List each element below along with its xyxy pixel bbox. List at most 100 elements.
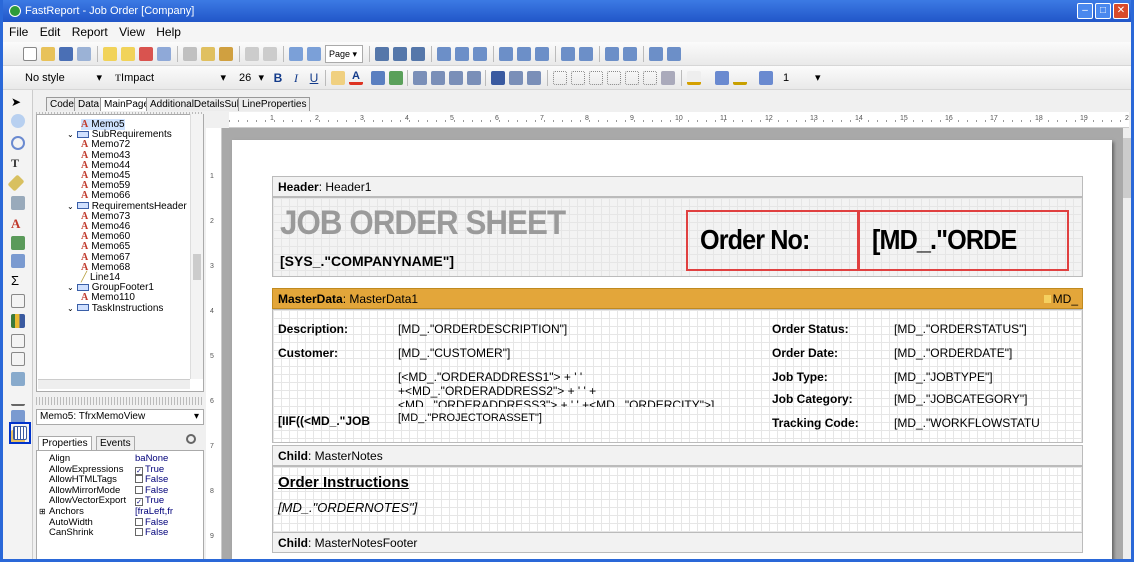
expand-icon[interactable]: ⌄: [67, 130, 74, 139]
property-value[interactable]: False: [135, 527, 168, 538]
property-value[interactable]: False: [135, 485, 168, 496]
property-row[interactable]: CanShrink False: [37, 527, 187, 538]
order-instructions-title[interactable]: Order Instructions: [278, 474, 409, 491]
menu-report[interactable]: Report: [72, 25, 108, 39]
menu-help[interactable]: Help: [156, 25, 181, 39]
property-value[interactable]: ✓ True: [135, 464, 164, 475]
delete-page-icon[interactable]: [139, 47, 153, 61]
child-masternotesfooter-band-title[interactable]: Child: MasterNotesFooter: [272, 532, 1083, 553]
ruler-icon[interactable]: [13, 426, 27, 440]
align-middle-icon[interactable]: [517, 47, 531, 61]
same-width-icon[interactable]: [649, 47, 663, 61]
frame-shadow-icon[interactable]: [661, 71, 675, 85]
property-row[interactable]: AllowVectorExport ✓ True: [37, 495, 187, 507]
checkbox-icon[interactable]: [135, 528, 143, 537]
order-date-label[interactable]: Order Date:: [772, 346, 838, 360]
open-icon[interactable]: [41, 47, 55, 61]
font-color-icon[interactable]: A: [349, 71, 363, 85]
frame-style-icon[interactable]: [733, 71, 747, 85]
group-icon[interactable]: [289, 47, 303, 61]
job-type-field[interactable]: [MD_."JOBTYPE"]: [894, 370, 993, 384]
text-align-justify-icon[interactable]: [467, 71, 481, 85]
preview-icon[interactable]: [77, 47, 91, 61]
frame-left-icon[interactable]: [589, 71, 603, 85]
description-field[interactable]: [MD_."ORDERDESCRIPTION"]: [398, 322, 567, 336]
tab-events[interactable]: Events: [96, 436, 135, 450]
frame-color-icon[interactable]: [715, 71, 729, 85]
frame-width-icon[interactable]: [759, 71, 773, 85]
fit-to-grid-icon[interactable]: [411, 47, 425, 61]
masterdata-band-title[interactable]: MasterData: MasterData1 MD_: [272, 288, 1083, 309]
line-width-arrow[interactable]: ▾: [811, 69, 825, 87]
property-row[interactable]: ⊞ Anchors [fraLeft,fr: [37, 506, 187, 517]
property-row[interactable]: AutoWidth False: [37, 517, 187, 528]
expand-icon[interactable]: ⊞: [39, 506, 46, 517]
property-value[interactable]: [fraLeft,fr: [135, 506, 173, 517]
new-page-icon[interactable]: [103, 47, 117, 61]
align-right-icon[interactable]: [473, 47, 487, 61]
valign-bottom-icon[interactable]: [527, 71, 541, 85]
underline-icon[interactable]: U: [307, 71, 321, 85]
company-name-field[interactable]: [SYS_."COMPANYNAME"]: [280, 253, 454, 269]
description-label[interactable]: Description:: [278, 322, 348, 336]
job-category-field[interactable]: [MD_."JOBCATEGORY"]: [894, 392, 1027, 406]
copy-icon[interactable]: [201, 47, 215, 61]
hand-tool-icon[interactable]: [11, 114, 25, 128]
tree-hscroll[interactable]: [38, 379, 190, 389]
rich-text-icon[interactable]: [11, 352, 25, 366]
object-selector[interactable]: Memo5: TfrxMemoView ▾: [36, 409, 204, 425]
canvas-vscroll[interactable]: [1123, 128, 1131, 559]
menu-edit[interactable]: Edit: [40, 25, 61, 39]
tree-vscroll[interactable]: [190, 114, 203, 379]
tab-data[interactable]: Data: [74, 97, 104, 111]
order-notes-field[interactable]: [MD_."ORDERNOTES"]: [278, 500, 417, 515]
tab-properties[interactable]: Properties: [38, 436, 92, 450]
redo-icon[interactable]: [263, 47, 277, 61]
same-height-icon[interactable]: [667, 47, 681, 61]
picture-object-icon[interactable]: [11, 236, 25, 250]
font-settings-icon[interactable]: [331, 71, 345, 85]
menu-file[interactable]: File: [9, 25, 28, 39]
frame-right-icon[interactable]: [607, 71, 621, 85]
property-value[interactable]: ✓ True: [135, 495, 164, 507]
tree-item[interactable]: ⌄ TaskInstructions: [67, 303, 163, 314]
job-type-label[interactable]: Job Type:: [772, 370, 828, 384]
bold-icon[interactable]: B: [271, 71, 285, 85]
menu-view[interactable]: View: [119, 25, 145, 39]
address-line-2[interactable]: +<MD_."ORDERADDRESS2"> + ' ' +: [398, 384, 596, 398]
select-tool-icon[interactable]: ➤: [11, 96, 25, 110]
subreport-icon[interactable]: [11, 254, 25, 268]
valign-center-icon[interactable]: [509, 71, 523, 85]
property-value[interactable]: baNone: [135, 453, 168, 464]
property-row[interactable]: AllowMirrorMode False: [37, 485, 187, 496]
line-object-icon[interactable]: [11, 392, 25, 406]
tab-additionaldetailssub[interactable]: AdditionalDetailsSub: [146, 97, 247, 111]
zoom-tool-icon[interactable]: [11, 136, 25, 150]
address-line-3[interactable]: <MD_."ORDERADDRESS3"> + ' ' +<MD_."ORDER…: [398, 398, 714, 407]
property-row[interactable]: Align baNone: [37, 453, 187, 464]
canvas-scroll-thumb[interactable]: [1123, 138, 1131, 198]
page-settings-icon[interactable]: [157, 47, 171, 61]
font-dropdown[interactable]: TImpact ▾: [111, 69, 231, 87]
child-masternotes-band-title[interactable]: Child: MasterNotes: [272, 445, 1083, 466]
expand-icon[interactable]: ⌄: [67, 283, 74, 292]
fill-color-icon[interactable]: [687, 71, 701, 85]
valign-top-icon[interactable]: [491, 71, 505, 85]
paste-icon[interactable]: [219, 47, 233, 61]
ungroup-icon[interactable]: [307, 47, 321, 61]
style-dropdown[interactable]: No style ▾: [21, 69, 107, 87]
checkbox-object-icon[interactable]: [11, 294, 25, 308]
job-iif-field[interactable]: [IIF((<MD_."JOB: [278, 414, 370, 428]
font-size-dropdown[interactable]: 26 ▾: [235, 69, 267, 87]
customer-field[interactable]: [MD_."CUSTOMER"]: [398, 346, 510, 360]
order-status-label[interactable]: Order Status:: [772, 322, 849, 336]
line-width-dropdown[interactable]: 1: [779, 69, 809, 87]
page-dropdown[interactable]: Page ▾: [325, 45, 363, 63]
address-line-1[interactable]: [<MD_."ORDERADDRESS1"> + ' ': [398, 370, 582, 384]
space-horz-icon[interactable]: [561, 47, 575, 61]
band-tool-icon[interactable]: [11, 196, 25, 210]
property-value[interactable]: False: [135, 517, 168, 528]
property-row[interactable]: AllowExpressions ✓ True: [37, 464, 187, 475]
tracking-code-field[interactable]: [MD_."WORKFLOWSTATU: [894, 416, 1040, 430]
close-button[interactable]: ✕: [1113, 3, 1129, 19]
